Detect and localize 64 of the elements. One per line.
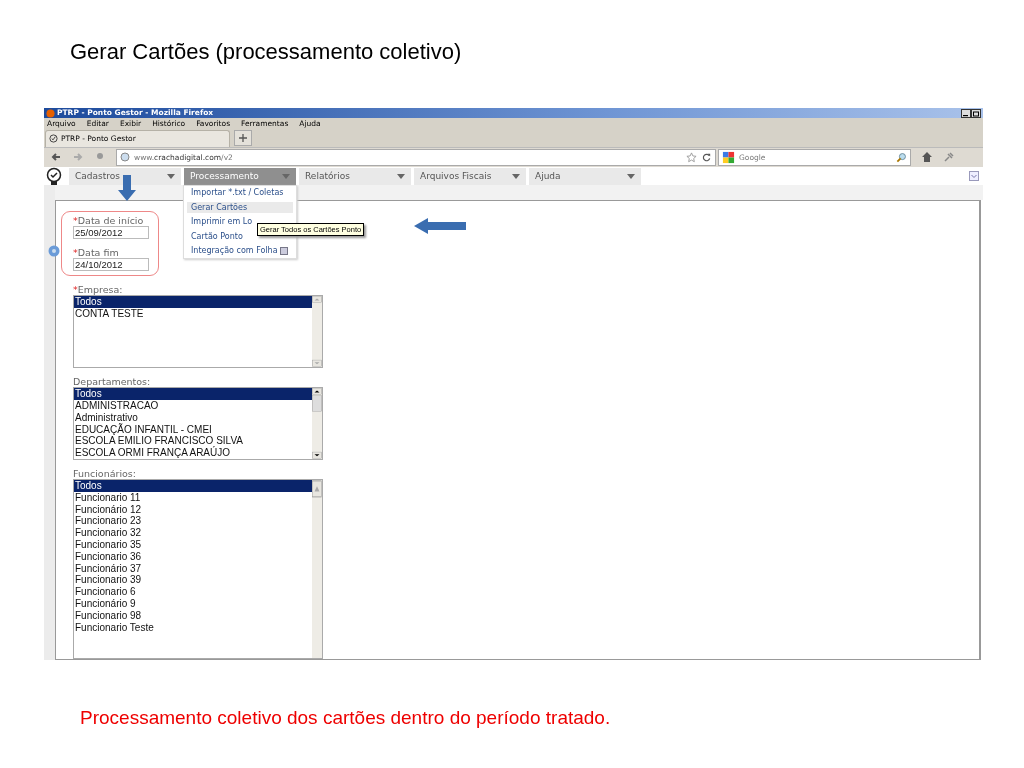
list-option[interactable]: Funcionario 35	[74, 539, 312, 551]
list-option[interactable]: Funcionario Teste	[74, 621, 312, 634]
collapse-icon[interactable]	[969, 171, 979, 182]
dropdown-item[interactable]: Cartão Ponto	[187, 230, 243, 242]
nav-menu[interactable]: Cadastros	[69, 167, 181, 185]
help-icon[interactable]	[48, 245, 60, 258]
field-label: *Data fim	[73, 247, 120, 259]
dropdown-item[interactable]: Importar *.txt / Coletas	[187, 187, 284, 199]
star-icon[interactable]	[686, 151, 697, 163]
list-option[interactable]: Funcionario 11	[74, 491, 312, 504]
window-buttons-icon[interactable]	[961, 108, 981, 118]
new-tab-icon[interactable]	[234, 130, 252, 146]
caret-icon	[282, 173, 290, 179]
list-option[interactable]: Funcionário 9	[74, 598, 312, 610]
home-icon[interactable]	[921, 151, 933, 164]
slide-caption: Processamento coletivo dos cartões dentro do período tratado.	[80, 706, 611, 730]
list-option[interactable]: ESCOLA ORMI FRANÇA ARAÚJO	[74, 447, 312, 459]
scrollbar[interactable]	[312, 296, 322, 368]
list-box[interactable]: Todos Funcionario 11 Funcionário 12 Funcionario 23 Funcionario 32 Funcionario 35 Funcionario 36 Funcionário 37 Funcionario 39 Funcionario 6 Funcionário 9 Funcionario 98 Funcionario Teste	[73, 479, 323, 659]
pin-icon[interactable]	[943, 151, 955, 164]
dropdown-item[interactable]: Gerar Cartões	[187, 201, 293, 213]
scrollbar[interactable]	[312, 480, 322, 658]
expand-icon	[279, 246, 288, 255]
search-icon[interactable]	[896, 151, 907, 163]
list-option[interactable]: ADMINISTRACAO	[74, 400, 312, 412]
caret-icon	[167, 173, 175, 179]
nav-menu[interactable]: Arquivos Fiscais	[414, 167, 526, 185]
list-box[interactable]: Todos ADMINISTRACAO Administrativo EDUCAÇÃO INFANTIL - CMEI ESCOLA EMILIO FRANCISCO SILVA ESCOLA ORMI FRANÇA ARAÚJO	[73, 387, 323, 460]
list-option[interactable]: Funcionario 23	[74, 515, 312, 528]
list-option[interactable]: CONTA TESTE	[74, 308, 312, 320]
field-label: Funcionários:	[73, 468, 136, 479]
slide-title: Gerar Cartões (processamento coletivo)	[70, 38, 462, 66]
date-field[interactable]: 24/10/2012	[73, 258, 149, 272]
scrollbar[interactable]	[312, 388, 322, 459]
field-label: Departamentos:	[73, 376, 151, 388]
nav-menu[interactable]: Ajuda	[529, 167, 641, 185]
list-option[interactable]: Funcionario 6	[74, 586, 312, 598]
list-option[interactable]: Funcionario 98	[74, 609, 312, 622]
caret-icon	[512, 173, 520, 179]
down-arrow	[118, 175, 136, 202]
browser-logo-icon	[46, 108, 55, 118]
list-option[interactable]: Todos	[74, 388, 312, 400]
caret-icon	[627, 173, 635, 179]
list-option[interactable]: Administrativo	[74, 411, 312, 424]
reload-icon[interactable]	[701, 151, 712, 163]
list-option[interactable]: Funcionario 36	[74, 550, 312, 563]
globe-icon	[120, 152, 130, 163]
date-field[interactable]: 25/09/2012	[73, 226, 149, 240]
list-option[interactable]: Funcionário 12	[74, 503, 312, 516]
nav-menu[interactable]: Relatórios	[299, 167, 411, 185]
search-engine-icon	[722, 150, 735, 164]
left-arrow	[414, 218, 466, 235]
caret-icon	[397, 173, 405, 179]
field-label: *Data de início	[73, 215, 145, 227]
dropdown-item[interactable]: Integração com Folha	[187, 245, 288, 257]
list-option[interactable]: Todos	[74, 480, 312, 492]
list-option[interactable]: Todos	[74, 296, 312, 309]
list-option[interactable]: Funcionario 32	[74, 527, 312, 539]
list-option[interactable]: Funcionário 37	[74, 562, 312, 575]
list-option[interactable]: EDUCAÇÃO INFANTIL - CMEI	[74, 423, 312, 436]
field-label: *Empresa:	[73, 284, 123, 296]
list-option[interactable]: Funcionario 39	[74, 574, 312, 587]
list-box[interactable]: Todos CONTA TESTE	[73, 295, 323, 369]
dropdown-item[interactable]: Imprimir em Lo	[187, 216, 253, 228]
